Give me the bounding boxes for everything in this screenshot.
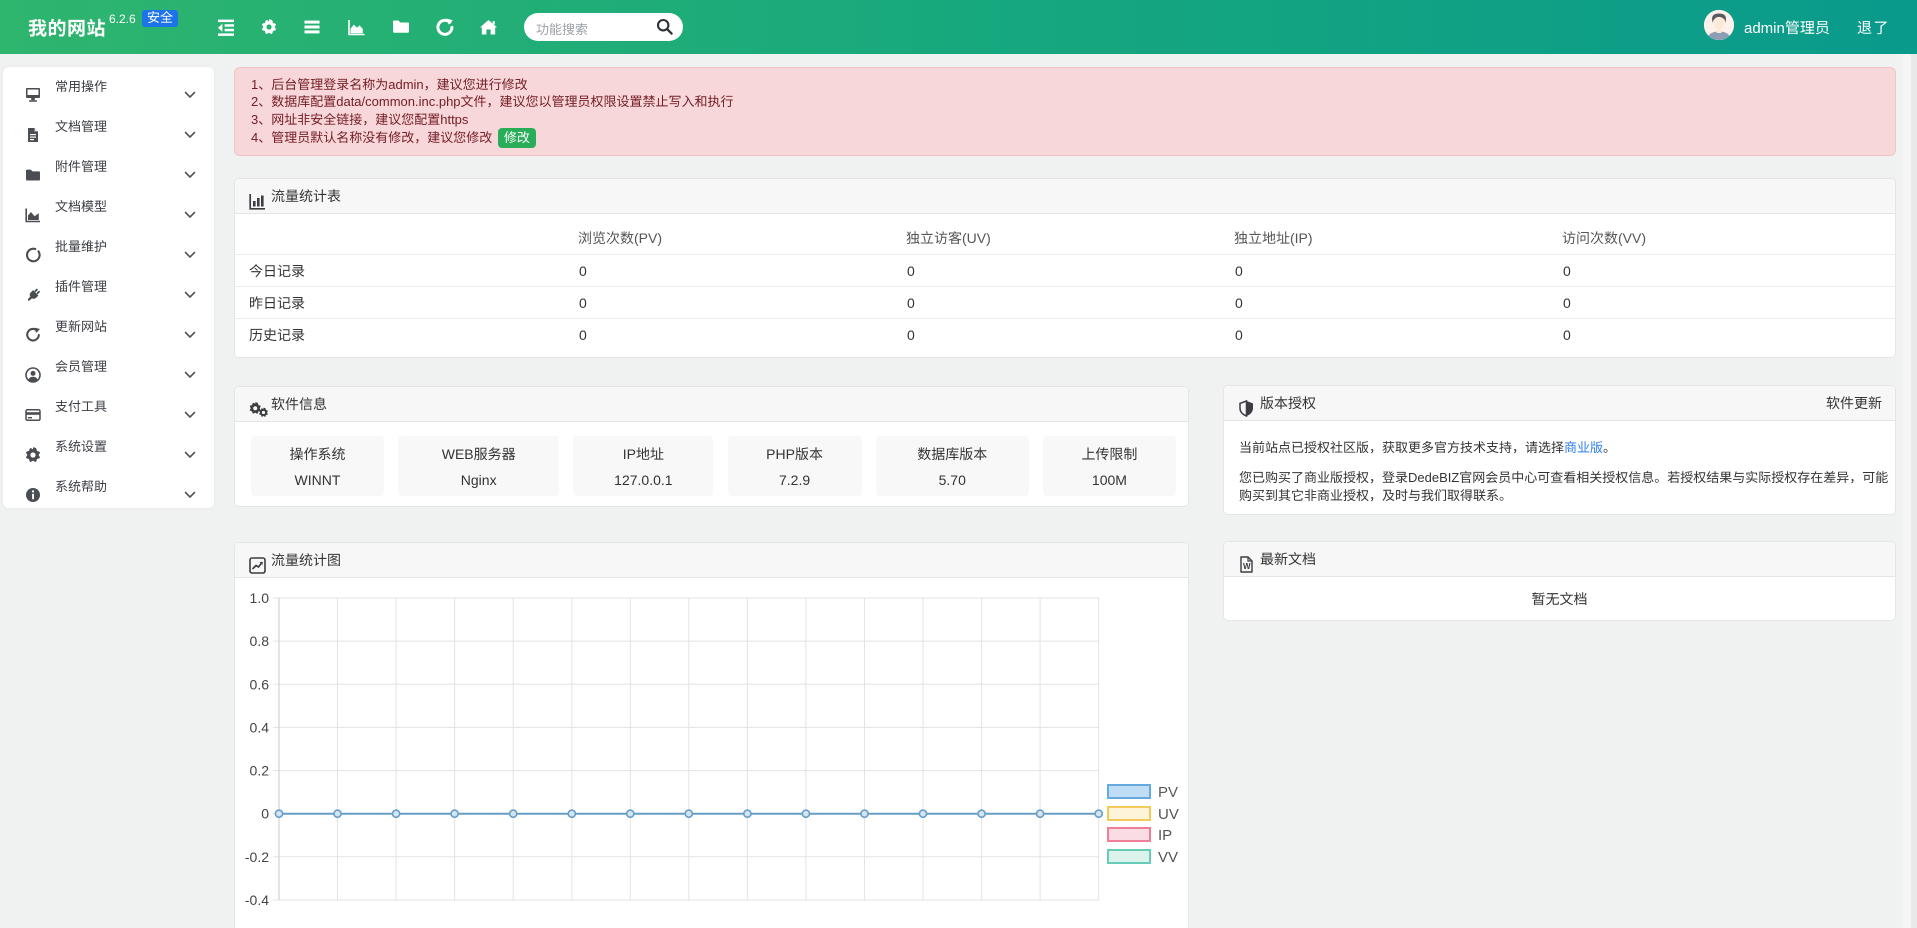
svg-text:0.4: 0.4	[250, 719, 270, 735]
svg-text:-0.4: -0.4	[245, 892, 269, 908]
svg-text:0.2: 0.2	[250, 763, 270, 779]
svg-text:UV: UV	[1158, 806, 1179, 823]
svg-text:W: W	[1243, 562, 1251, 571]
svg-text:1.0: 1.0	[250, 590, 270, 606]
svg-text:0.6: 0.6	[250, 676, 270, 692]
svg-text:0.8: 0.8	[250, 633, 270, 649]
svg-text:IP: IP	[1158, 827, 1172, 844]
svg-text:0: 0	[261, 806, 269, 822]
svg-text:VV: VV	[1158, 849, 1178, 866]
svg-text:-0.2: -0.2	[245, 849, 269, 865]
svg-text:PV: PV	[1158, 784, 1178, 801]
